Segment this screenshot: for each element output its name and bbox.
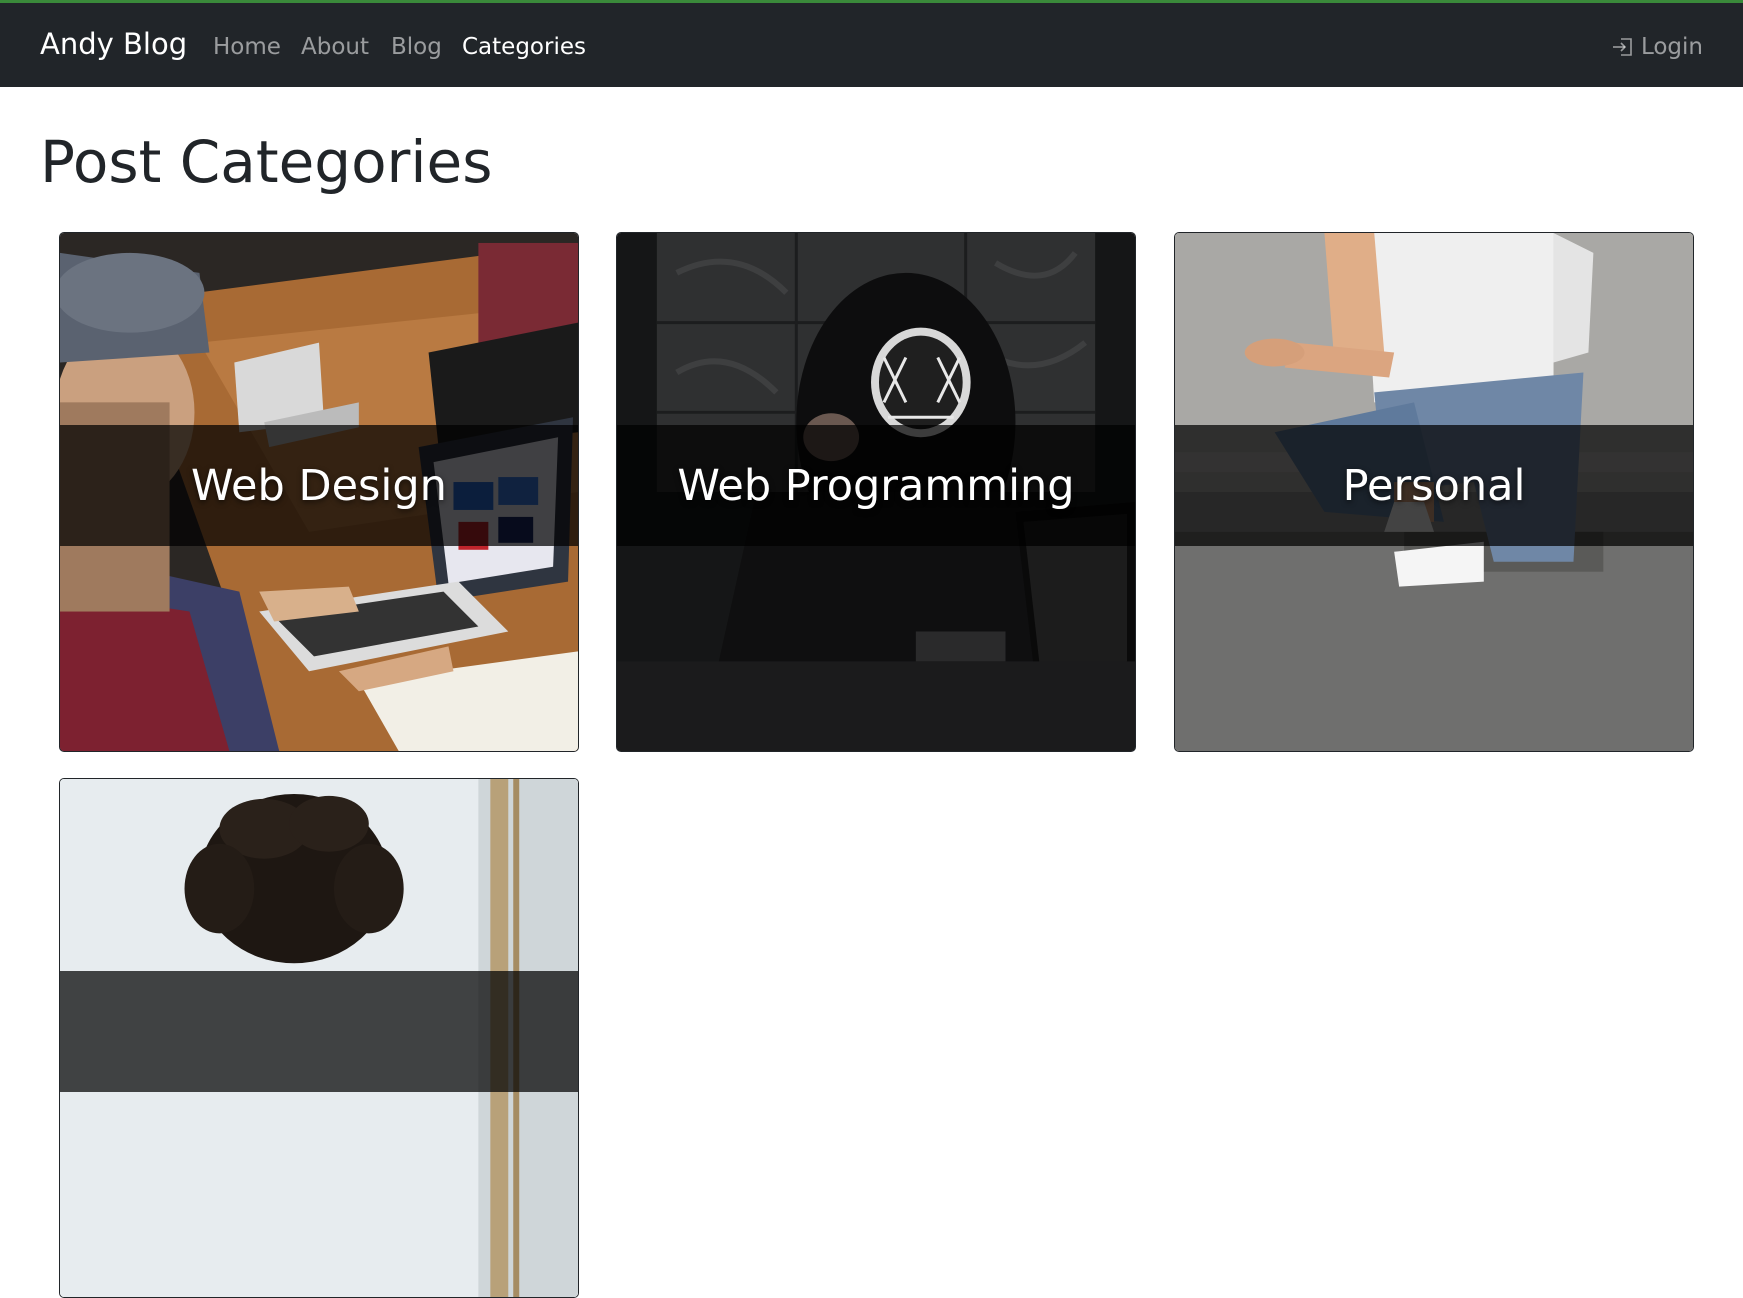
category-overlay-band: Web Design [60,425,578,546]
login-icon [1612,38,1632,56]
category-card-web-programming[interactable]: Web Programming [616,232,1136,752]
category-title: Web Programming [677,460,1075,511]
category-card-4[interactable] [59,778,579,1298]
brand-link[interactable]: Andy Blog [40,27,187,61]
category-card-web-design[interactable]: Web Design [59,232,579,752]
category-overlay-band [60,971,578,1092]
category-title: Personal [1342,460,1526,511]
nav-link-home[interactable]: Home [213,34,281,60]
navbar: Andy Blog Home About Blog Categories Log… [0,3,1743,87]
category-title: Web Design [191,460,447,511]
page-title: Post Categories [40,128,493,196]
login-label: Login [1640,34,1703,60]
nav-link-blog[interactable]: Blog [391,34,442,60]
category-card-personal[interactable]: Personal [1174,232,1694,752]
nav-link-categories[interactable]: Categories [462,34,586,60]
nav-link-about[interactable]: About [301,34,369,60]
login-link[interactable]: Login [1611,34,1703,60]
category-overlay-band: Personal [1175,425,1693,546]
category-overlay-band: Web Programming [617,425,1135,546]
